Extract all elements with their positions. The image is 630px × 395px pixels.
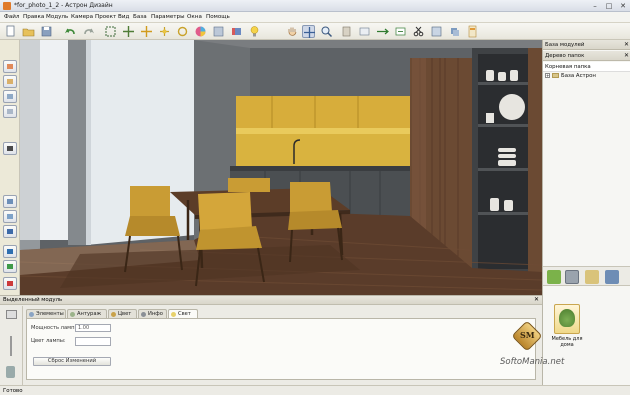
menu-base[interactable]: База	[133, 14, 147, 20]
root-folder-title: Корневая папка	[545, 64, 591, 70]
app-icon	[3, 2, 11, 10]
tree-header: Дерево папок ✕	[543, 51, 630, 61]
tab-light[interactable]: Свет	[168, 309, 198, 318]
slider-track[interactable]	[10, 336, 12, 356]
menu-windows[interactable]: Окна	[187, 14, 202, 20]
new-icon[interactable]	[4, 25, 17, 38]
hand-icon[interactable]	[286, 25, 299, 38]
layers-icon[interactable]	[448, 25, 461, 38]
pan-icon[interactable]	[302, 25, 315, 38]
library-toolbar	[543, 266, 630, 286]
module-icon[interactable]	[340, 25, 353, 38]
tab-color[interactable]: Цвет	[108, 309, 137, 318]
menu-params[interactable]: Параметры	[151, 14, 185, 20]
green-tool-icon[interactable]	[3, 260, 17, 273]
3d-viewport[interactable]	[20, 40, 542, 295]
panel-tool-icon[interactable]	[3, 105, 17, 118]
lamp-power-input[interactable]: 1.00	[75, 324, 111, 332]
group-tool-icon[interactable]	[3, 210, 17, 223]
pin-icon[interactable]	[6, 310, 17, 319]
align-tool-icon[interactable]	[3, 195, 17, 208]
watermark-text: SoftoMania.net	[500, 357, 565, 367]
close-icon[interactable]: ✕	[624, 52, 629, 59]
menu-edit[interactable]: Правка	[23, 14, 44, 20]
move-axis-icon[interactable]	[140, 25, 153, 38]
menu-help[interactable]: Помощь	[206, 14, 230, 20]
modules-base-header: База модулей ✕	[543, 40, 630, 50]
floorplan-icon[interactable]	[430, 25, 443, 38]
menu-project[interactable]: Проект	[95, 14, 116, 20]
watermark: SM SoftoMania.net	[500, 320, 570, 375]
cabinet-tool-icon[interactable]	[3, 142, 17, 155]
green-leaf-icon[interactable]	[547, 270, 561, 284]
zoom-icon[interactable]	[320, 25, 333, 38]
status-bar: Готово	[0, 385, 630, 395]
rotate-icon[interactable]	[158, 25, 171, 38]
tree-node-label: База Астрон	[561, 73, 596, 79]
window-title: *for_photo_1_2 - Астрон Дизайн	[14, 2, 113, 9]
root-folder-header: Корневая папка	[543, 62, 630, 72]
close-icon[interactable]: ✕	[534, 296, 539, 303]
maximize-button[interactable]: □	[602, 1, 616, 11]
toolbar	[0, 23, 630, 40]
status-text: Готово	[3, 388, 23, 394]
left-arrow-icon[interactable]	[3, 245, 17, 258]
move-icon[interactable]	[122, 25, 135, 38]
search-icon[interactable]	[585, 270, 599, 284]
menu-camera[interactable]: Камера	[71, 14, 93, 20]
scissors-icon[interactable]	[412, 25, 425, 38]
tab-elements[interactable]: Элементы	[26, 309, 66, 318]
watermark-badge-text: SM	[520, 330, 535, 340]
tab-info[interactable]: Инфо	[138, 309, 167, 318]
open-icon[interactable]	[22, 25, 35, 38]
selected-module-panel: Выделенный модуль ✕ Элементы Антураж Цве…	[0, 295, 542, 386]
panel-title: Выделенный модуль	[3, 297, 63, 303]
measure-icon[interactable]	[358, 25, 371, 38]
minimize-button[interactable]: –	[588, 1, 602, 11]
room-render	[20, 40, 542, 295]
export-icon[interactable]	[394, 25, 407, 38]
menu-bar: Файл Правка Модуль Камера Проект Вид Баз…	[0, 12, 630, 23]
view-grid-icon[interactable]	[605, 270, 619, 284]
color-wheel-icon[interactable]	[194, 25, 207, 38]
wall-tool-icon[interactable]	[3, 60, 17, 73]
select-icon[interactable]	[104, 25, 117, 38]
left-toolbar	[0, 40, 20, 295]
cube-tool-icon[interactable]	[3, 90, 17, 103]
panel-side-tools	[0, 306, 23, 386]
tree-node-root[interactable]: + База Астрон	[545, 73, 596, 79]
menu-view[interactable]: Вид	[118, 14, 129, 20]
panel-header: Выделенный модуль ✕	[0, 296, 542, 305]
lamp-power-label: Мощность лампы:	[31, 325, 81, 331]
save-icon[interactable]	[40, 25, 53, 38]
tools-icon[interactable]	[565, 270, 579, 284]
render-icon[interactable]	[212, 25, 225, 38]
lamp-color-swatch[interactable]	[75, 337, 111, 346]
reset-changes-button[interactable]: Сброс Изменений	[33, 357, 111, 366]
door-icon[interactable]	[376, 25, 389, 38]
box-tool-icon[interactable]	[3, 75, 17, 88]
redo-icon[interactable]	[82, 25, 95, 38]
trash-icon[interactable]	[6, 366, 15, 378]
light-tab-pane: Мощность лампы: 1.00 Цвет лампы: Сброс И…	[26, 318, 536, 380]
down-arrow-icon[interactable]	[3, 225, 17, 238]
tree-title: Дерево папок	[545, 53, 585, 59]
lamp-color-label: Цвет лампы:	[31, 338, 66, 344]
title-bar: *for_photo_1_2 - Астрон Дизайн – □ ✕	[0, 0, 630, 12]
expand-icon[interactable]: +	[545, 73, 550, 78]
tab-entourage[interactable]: Антураж	[67, 309, 107, 318]
folder-icon	[552, 73, 559, 78]
modules-base-title: База модулей	[545, 42, 585, 48]
close-icon[interactable]: ✕	[624, 41, 629, 48]
menu-module[interactable]: Модуль	[46, 14, 68, 20]
report-icon[interactable]	[466, 25, 479, 38]
close-button[interactable]: ✕	[616, 1, 630, 11]
palette-icon[interactable]	[230, 25, 243, 38]
light-bulb-icon[interactable]	[248, 25, 261, 38]
refresh-icon[interactable]	[176, 25, 189, 38]
undo-icon[interactable]	[64, 25, 77, 38]
menu-file[interactable]: Файл	[4, 14, 19, 20]
right-arrow-red-icon[interactable]	[3, 277, 17, 290]
